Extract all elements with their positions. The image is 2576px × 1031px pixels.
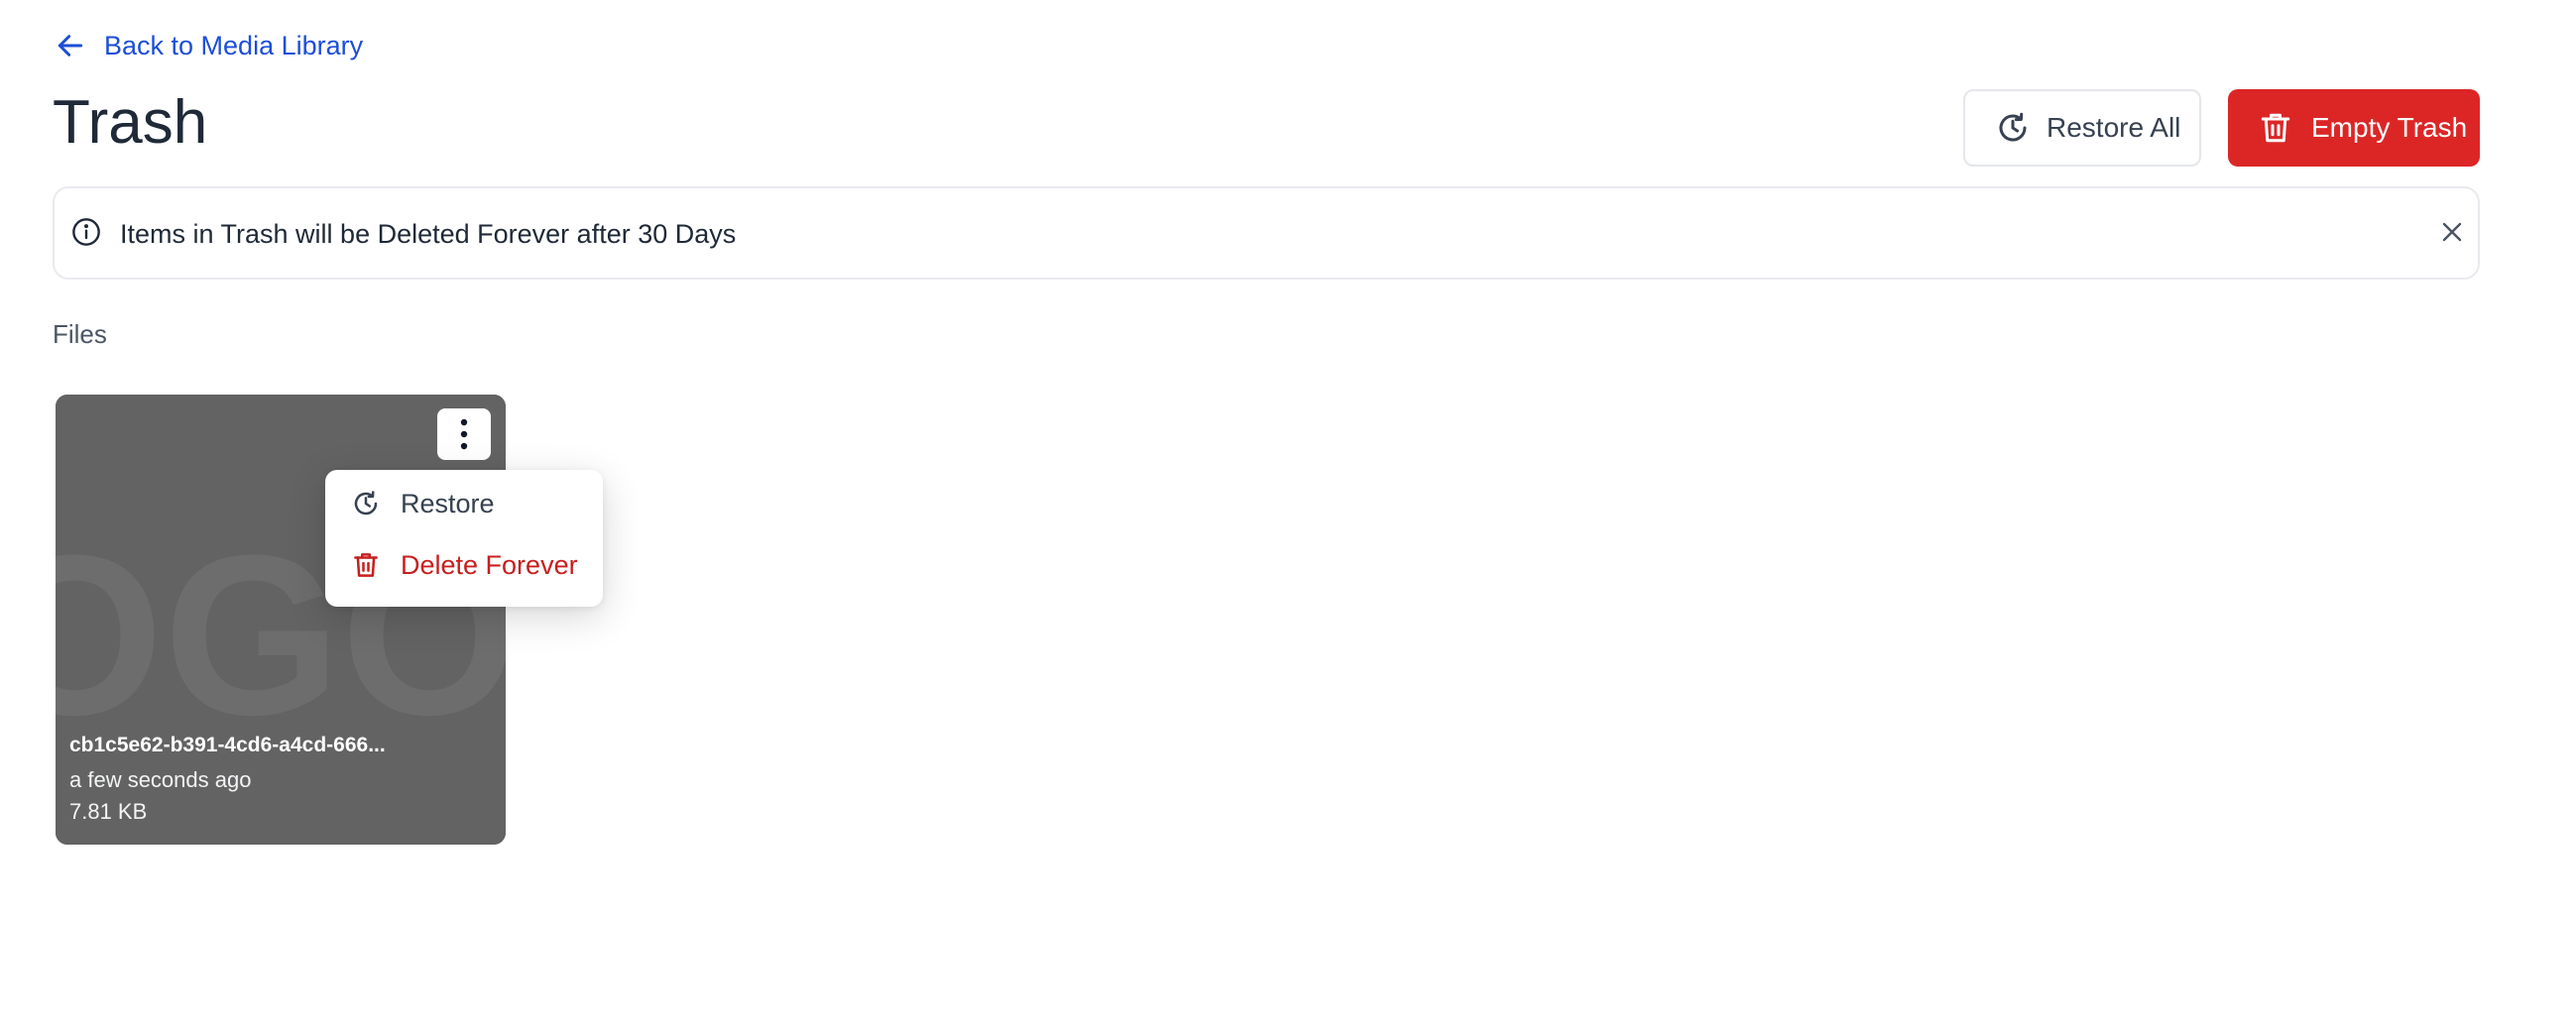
page-title: Trash [53,88,208,157]
menu-item-delete-forever-label: Delete Forever [401,549,578,580]
files-section-label: Files [53,319,107,349]
menu-item-restore[interactable]: Restore [351,482,495,525]
restore-all-label: Restore All [2047,112,2181,143]
restore-clock-icon [354,491,378,516]
back-link-label: Back to Media Library [104,30,364,60]
empty-trash-label: Empty Trash [2311,112,2468,143]
restore-clock-icon [1999,112,2027,142]
info-banner: Items in Trash will be Deleted Forever a… [53,186,2480,280]
empty-trash-button[interactable]: Empty Trash [2228,89,2480,167]
trash-page: Back to Media Library Trash Restore All … [0,0,2576,1031]
file-name: cb1c5e62-b391-4cd6-a4cd-666... [69,734,386,756]
trash-icon [354,553,378,577]
more-vertical-icon [460,418,468,450]
file-size: 7.81 KB [69,799,148,824]
close-icon[interactable] [2436,216,2468,248]
file-card[interactable]: OGO cb1c5e62-b391-4cd6-a4cd-666... a few… [56,395,506,845]
back-to-media-library-link[interactable]: Back to Media Library [55,26,363,65]
banner-message: Items in Trash will be Deleted Forever a… [120,219,737,249]
arrow-left-icon [58,35,83,57]
file-modified-time: a few seconds ago [69,767,252,792]
trash-icon [2261,113,2290,143]
file-options-button[interactable] [437,408,491,460]
menu-item-restore-label: Restore [401,488,495,518]
restore-all-button[interactable]: Restore All [1963,89,2201,167]
info-icon [72,218,100,246]
menu-item-delete-forever[interactable]: Delete Forever [351,543,578,587]
file-context-menu: Restore Delete Forever [325,470,603,607]
